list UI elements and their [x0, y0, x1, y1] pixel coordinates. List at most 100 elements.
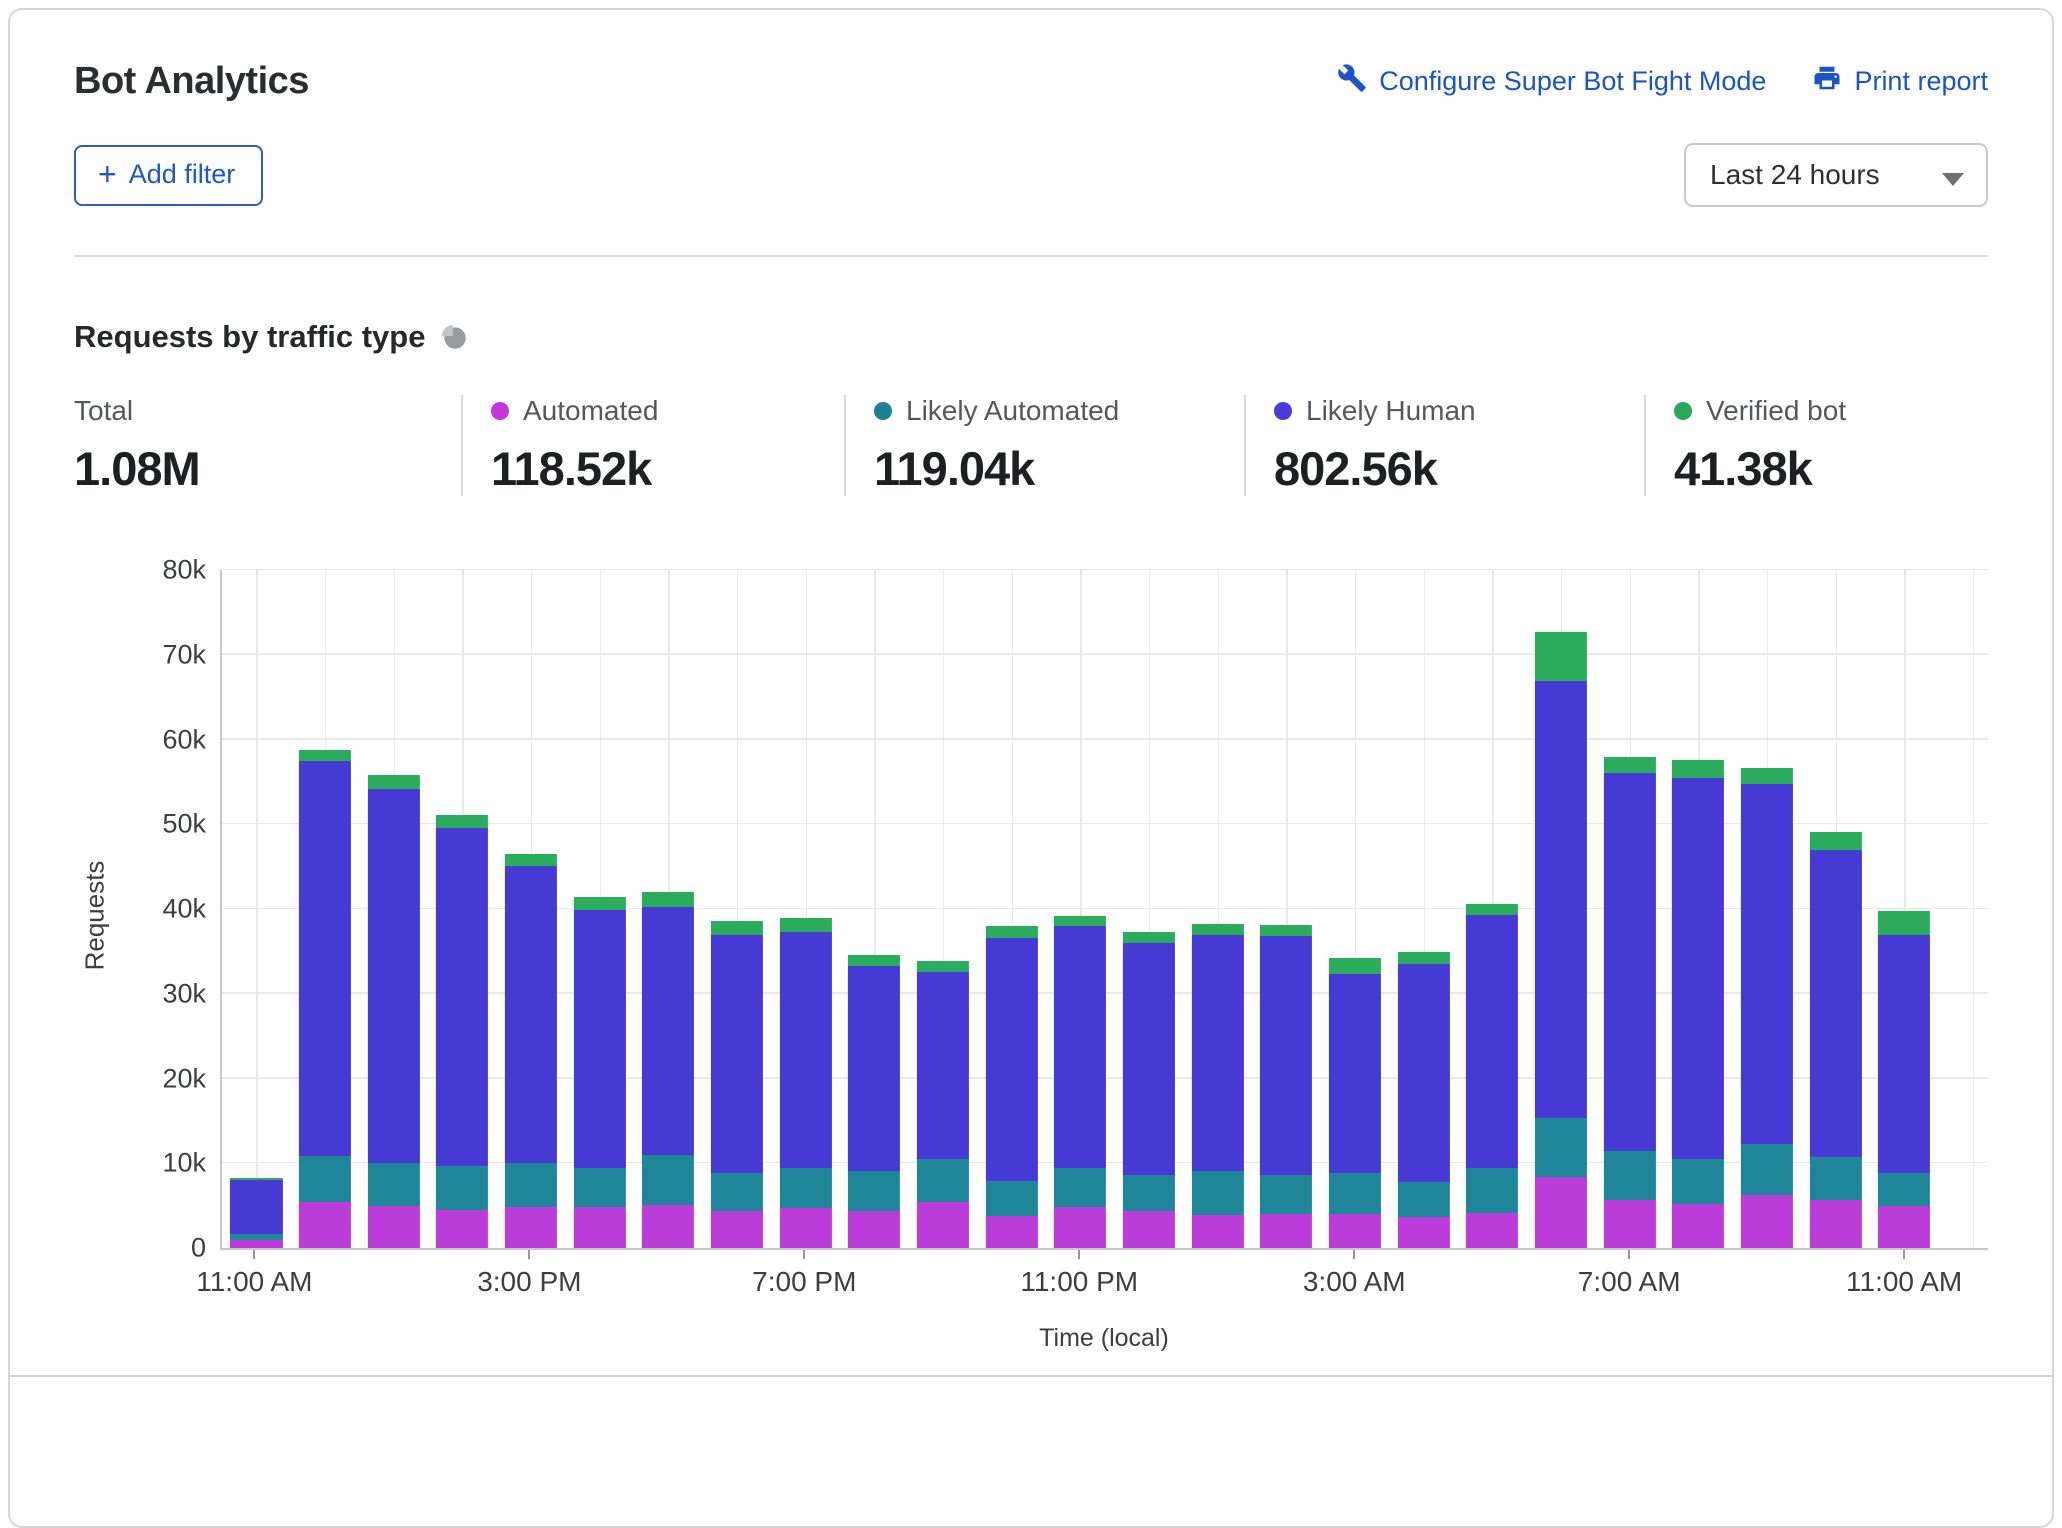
bar-segment-likely-automated — [1054, 1168, 1106, 1207]
y-tick-label: 20k — [162, 1063, 206, 1094]
bar-4-00-pm[interactable] — [574, 897, 626, 1248]
bar-segment-likely-automated — [1398, 1182, 1450, 1218]
bar-12-00-am[interactable] — [1123, 932, 1175, 1248]
bar-segment-verified-bot — [1192, 924, 1244, 935]
x-tick-label: 11:00 AM — [1846, 1266, 1962, 1298]
bar-segment-likely-human — [917, 972, 969, 1159]
bar-4-00-am[interactable] — [1398, 952, 1450, 1248]
bot-analytics-card: Bot Analytics Configure Super Bot Fight … — [8, 8, 2054, 1528]
bar-6-00-pm[interactable] — [711, 921, 763, 1248]
bar-segment-likely-automated — [917, 1159, 969, 1202]
bar-segment-verified-bot — [574, 897, 626, 910]
gridline — [1973, 570, 1975, 1248]
section-title: Requests by traffic type — [74, 319, 425, 355]
bar-2-00-am[interactable] — [1260, 925, 1312, 1248]
bar-segment-likely-automated — [1603, 1151, 1655, 1200]
bar-segment-likely-human — [1192, 935, 1244, 1170]
bar-11-00-am[interactable] — [1878, 911, 1930, 1248]
bar-segment-automated — [436, 1210, 488, 1248]
bar-segment-verified-bot — [1329, 958, 1381, 974]
bar-segment-verified-bot — [1603, 757, 1655, 773]
bar-3-00-am[interactable] — [1329, 958, 1381, 1248]
x-tick — [1903, 1250, 1905, 1259]
bar-segment-likely-human — [780, 932, 832, 1168]
bar-7-00-pm[interactable] — [780, 918, 832, 1248]
x-tick-label: 3:00 AM — [1303, 1266, 1406, 1298]
x-tick-label: 7:00 AM — [1578, 1266, 1681, 1298]
bar-segment-automated — [711, 1211, 763, 1248]
print-report-link[interactable]: Print report — [1812, 63, 1988, 100]
bar-8-00-am[interactable] — [1672, 760, 1724, 1248]
x-tick — [1628, 1250, 1630, 1259]
bar-segment-likely-human — [505, 866, 557, 1164]
bar-segment-likely-human — [986, 938, 1038, 1181]
bar-segment-likely-human — [711, 935, 763, 1173]
gridline — [222, 569, 1988, 571]
bar-segment-automated — [1741, 1195, 1793, 1248]
bar-segment-automated — [1329, 1214, 1381, 1248]
x-tick-label: 7:00 PM — [752, 1266, 856, 1298]
gridline — [222, 738, 1988, 740]
requests-section: Requests by traffic type Total 1.08M Autom… — [10, 319, 2052, 1353]
bar-segment-likely-automated — [1329, 1173, 1381, 1214]
bar-1-00-am[interactable] — [1192, 924, 1244, 1248]
bar-segment-likely-human — [1123, 943, 1175, 1175]
bar-segment-automated — [505, 1207, 557, 1248]
bar-segment-likely-automated — [1192, 1171, 1244, 1215]
bar-segment-verified-bot — [1878, 911, 1930, 935]
stat-label: Automated — [523, 395, 658, 427]
bar-11-00-pm[interactable] — [1054, 916, 1106, 1248]
stat-label: Total — [74, 395, 133, 427]
bar-6-00-am[interactable] — [1535, 632, 1587, 1248]
stat-value: 1.08M — [74, 441, 431, 496]
chevron-down-icon — [1942, 173, 1964, 186]
bar-12-00-pm[interactable] — [299, 750, 351, 1248]
bar-1-00-pm[interactable] — [368, 775, 420, 1248]
stat-likely-automated[interactable]: Likely Automated119.04k — [844, 395, 1244, 496]
gridline — [256, 570, 258, 1248]
bar-segment-likely-human — [1672, 778, 1724, 1159]
bar-10-00-am[interactable] — [1809, 832, 1861, 1248]
bar-9-00-pm[interactable] — [917, 961, 969, 1248]
stat-total[interactable]: Total 1.08M — [74, 395, 461, 496]
bar-segment-likely-automated — [1466, 1168, 1518, 1213]
bar-segment-verified-bot — [368, 775, 420, 789]
printer-icon — [1812, 63, 1842, 100]
bar-7-00-am[interactable] — [1603, 757, 1655, 1248]
bar-10-00-pm[interactable] — [986, 926, 1038, 1248]
bar-segment-likely-automated — [436, 1166, 488, 1209]
bar-segment-verified-bot — [848, 955, 900, 966]
configure-super-bot-fight-mode-link[interactable]: Configure Super Bot Fight Mode — [1337, 63, 1766, 100]
add-filter-button[interactable]: + Add filter — [74, 145, 263, 206]
bar-11-00-am[interactable] — [230, 1178, 282, 1248]
bar-segment-likely-automated — [1123, 1175, 1175, 1211]
bar-segment-verified-bot — [1260, 925, 1312, 936]
bar-2-00-pm[interactable] — [436, 815, 488, 1248]
stat-likely-human[interactable]: Likely Human802.56k — [1244, 395, 1644, 496]
bar-segment-automated — [848, 1211, 900, 1248]
legend-dot — [874, 402, 892, 420]
y-tick-label: 40k — [162, 894, 206, 925]
bar-segment-verified-bot — [1809, 832, 1861, 850]
bar-segment-likely-human — [848, 966, 900, 1171]
bar-segment-automated — [780, 1208, 832, 1248]
stat-automated[interactable]: Automated118.52k — [461, 395, 844, 496]
bar-5-00-pm[interactable] — [642, 892, 694, 1248]
y-tick-label: 0 — [191, 1233, 206, 1264]
stat-verified-bot[interactable]: Verified bot41.38k — [1644, 395, 1876, 496]
bar-segment-verified-bot — [1054, 916, 1106, 926]
header-divider — [74, 255, 1988, 257]
x-axis-title: Time (local) — [220, 1324, 1988, 1353]
bar-segment-likely-human — [1741, 784, 1793, 1144]
bar-segment-automated — [1398, 1217, 1450, 1248]
bar-segment-likely-human — [436, 828, 488, 1166]
bar-segment-likely-automated — [1741, 1144, 1793, 1195]
bar-3-00-pm[interactable] — [505, 854, 557, 1248]
bar-segment-likely-human — [574, 910, 626, 1168]
bar-9-00-am[interactable] — [1741, 768, 1793, 1248]
bar-8-00-pm[interactable] — [848, 955, 900, 1248]
legend-dot — [491, 402, 509, 420]
bar-5-00-am[interactable] — [1466, 904, 1518, 1248]
time-range-select[interactable]: Last 24 hours — [1684, 143, 1988, 207]
bar-segment-verified-bot — [299, 750, 351, 761]
